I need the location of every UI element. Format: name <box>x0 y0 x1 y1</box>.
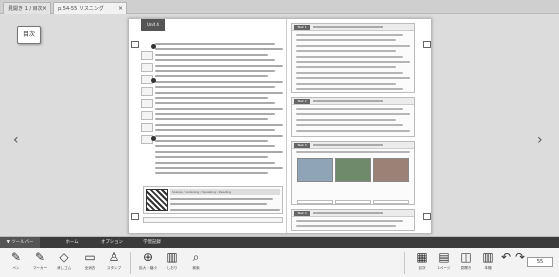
chevron-right-icon: › <box>537 132 543 148</box>
unit-badge: Unit 4 <box>141 19 165 31</box>
close-icon[interactable]: × <box>42 3 47 15</box>
next-page-button[interactable]: › <box>537 132 543 148</box>
bookmark-icon: ▥ <box>166 250 178 264</box>
paragraph-number <box>151 44 156 49</box>
audio-footer[interactable]: Scenes / Listening / Speaking / Reading <box>143 186 283 214</box>
right-page-marker[interactable] <box>423 213 431 220</box>
tool-label: マーカー <box>32 266 48 270</box>
task-tag: Task 3 <box>294 143 310 148</box>
toolbar-tab-strip: ▼ ツールバー ホーム オプション 学習記録 <box>0 237 559 248</box>
bookshelf-button[interactable]: ▥ 本棚 <box>478 250 498 276</box>
tool-label: 本棚 <box>484 266 492 270</box>
task-tag: Task 1 <box>294 25 310 30</box>
contents-view-button[interactable]: ▦ 目次 <box>412 250 432 276</box>
marker-button[interactable]: ✎ マーカー <box>30 250 50 276</box>
tool-label: 検索 <box>192 266 200 270</box>
marker-icon: ✎ <box>34 250 46 264</box>
task-section: Task 1 <box>291 23 415 93</box>
book-spread[interactable]: Unit 4 Scenes / Listening / Speaking / R… <box>128 18 432 234</box>
qr-code-icon[interactable] <box>146 189 168 211</box>
right-page-marker[interactable] <box>423 41 431 48</box>
tab-options[interactable]: オプション <box>92 237 132 248</box>
picture-1[interactable] <box>297 158 333 183</box>
toc-button[interactable]: 目次 <box>17 26 41 44</box>
bookmark-button[interactable]: ▥ しおり <box>162 250 182 276</box>
left-page-marker[interactable] <box>131 213 139 220</box>
task-section: Task 4 <box>291 209 415 231</box>
close-icon[interactable]: × <box>118 3 123 15</box>
book-spine <box>286 19 287 233</box>
tab-label: p.54-55 リスニング <box>58 6 104 12</box>
toolbar-divider <box>130 252 131 274</box>
paragraph-number <box>151 78 156 83</box>
pen-icon: ✎ <box>10 250 22 264</box>
toolbar: ▼ ツールバー ホーム オプション 学習記録 ✎ ペン ✎ マーカー ◇ 消しゴ… <box>0 236 559 277</box>
vocab-item[interactable] <box>141 51 153 60</box>
tool-label: 消しゴム <box>56 266 72 270</box>
single-page-icon: ▤ <box>438 250 450 264</box>
tab-label: 見開き 1 / 目次 <box>8 6 43 12</box>
toc-button-label: 目次 <box>22 31 35 38</box>
tab-learning-record[interactable]: 学習記録 <box>132 237 172 248</box>
toolbar-divider <box>404 252 405 274</box>
chevron-left-icon: ‹ <box>13 132 19 148</box>
tool-label: 全消去 <box>84 266 96 270</box>
vocab-item[interactable] <box>141 63 153 72</box>
page-number-input[interactable]: 55 <box>527 257 553 267</box>
footer-label: Scenes / Listening / Speaking / Reading <box>170 189 280 195</box>
vocab-item[interactable] <box>141 99 153 108</box>
stamp-icon: ♙ <box>108 250 120 264</box>
task-tag: Task 2 <box>294 99 310 104</box>
zoom-button[interactable]: ⊕ 拡大・縮小 <box>138 250 158 276</box>
tool-label: スタンプ <box>106 266 122 270</box>
reading-passage <box>151 43 283 183</box>
answer-box[interactable] <box>335 200 371 205</box>
tool-row: ✎ ペン ✎ マーカー ◇ 消しゴム ▭ 全消去 ♙ スタンプ ⊕ 拡大・縮小 … <box>0 248 559 277</box>
vocab-item[interactable] <box>141 87 153 96</box>
task-tag: Task 4 <box>294 211 310 216</box>
paragraph-number <box>151 136 156 141</box>
tab-bar: 見開き 1 / 目次 × p.54-55 リスニング × <box>0 0 559 14</box>
footer-notes <box>143 217 283 223</box>
stamp-button[interactable]: ♙ スタンプ <box>104 250 124 276</box>
zoom-in-icon: ⊕ <box>142 250 154 264</box>
clear-all-button[interactable]: ▭ 全消去 <box>80 250 100 276</box>
search-button[interactable]: ⌕ 検索 <box>186 250 206 276</box>
search-icon: ⌕ <box>192 250 200 264</box>
answer-box[interactable] <box>297 200 333 205</box>
spread-view-icon: ◫ <box>460 250 472 264</box>
tool-label: 1ページ <box>437 266 451 270</box>
tool-label: 拡大・縮小 <box>139 266 157 270</box>
vocabulary-sidebar <box>141 51 153 181</box>
tab-current-page[interactable]: p.54-55 リスニング × <box>53 2 127 14</box>
tool-label: ペン <box>12 266 20 270</box>
task-section: Task 2 <box>291 97 415 137</box>
tool-label: 見開き <box>460 266 472 270</box>
tool-label: 目次 <box>418 266 426 270</box>
tool-label: しおり <box>166 266 178 270</box>
tab-home[interactable]: ホーム <box>52 237 92 248</box>
clear-icon: ▭ <box>84 250 96 264</box>
vocab-item[interactable] <box>141 123 153 132</box>
answer-box[interactable] <box>373 200 409 205</box>
tab-toolbar-toggle[interactable]: ▼ ツールバー <box>0 237 40 248</box>
previous-page-button[interactable]: ‹ <box>13 132 19 148</box>
vocab-item[interactable] <box>141 111 153 120</box>
bookshelf-icon: ▥ <box>482 250 494 264</box>
task-section: Task 3 <box>291 141 415 205</box>
picture-2[interactable] <box>335 158 371 183</box>
left-page-marker[interactable] <box>131 41 139 48</box>
picture-3[interactable] <box>373 158 409 183</box>
eraser-button[interactable]: ◇ 消しゴム <box>54 250 74 276</box>
eraser-icon: ◇ <box>59 250 69 264</box>
pen-button[interactable]: ✎ ペン <box>6 250 26 276</box>
grid-icon: ▦ <box>416 250 428 264</box>
single-page-button[interactable]: ▤ 1ページ <box>434 250 454 276</box>
tab-contents[interactable]: 見開き 1 / 目次 × <box>3 2 51 14</box>
spread-view-button[interactable]: ◫ 見開き <box>456 250 476 276</box>
